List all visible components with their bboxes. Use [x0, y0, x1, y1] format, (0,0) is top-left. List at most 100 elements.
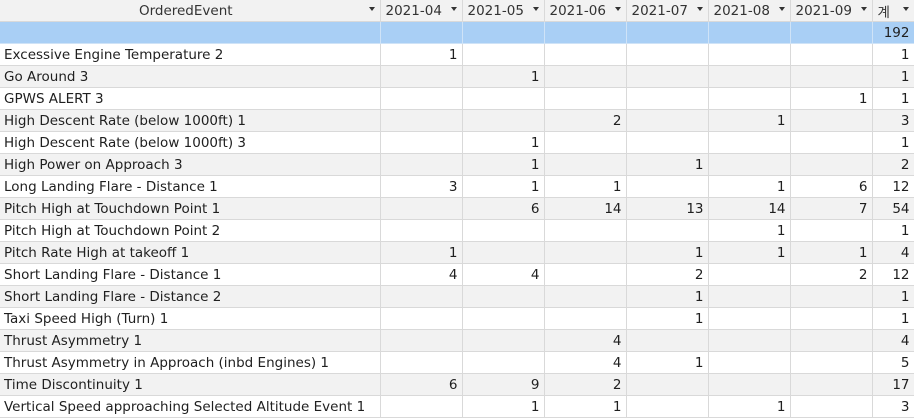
dropdown-arrow-icon[interactable] — [860, 7, 867, 11]
month-count-cell[interactable] — [790, 307, 873, 330]
row-total-cell[interactable]: 1 — [872, 131, 914, 154]
row-total-cell[interactable]: 1 — [872, 43, 914, 66]
month-count-cell[interactable]: 1 — [544, 395, 627, 418]
event-name-cell[interactable]: Pitch High at Touchdown Point 1 — [0, 197, 381, 220]
month-count-cell[interactable] — [462, 87, 545, 110]
month-count-cell[interactable] — [790, 351, 873, 374]
table-row[interactable]: High Power on Approach 3 1 1 2 — [0, 153, 914, 176]
month-count-cell[interactable] — [790, 43, 873, 66]
month-count-cell[interactable] — [462, 307, 545, 330]
month-count-cell[interactable] — [790, 131, 873, 154]
row-total-cell[interactable]: 54 — [872, 197, 914, 220]
month-count-cell[interactable]: 14 — [544, 197, 627, 220]
row-total-cell[interactable]: 17 — [872, 373, 914, 396]
month-count-cell[interactable] — [544, 241, 627, 264]
month-count-cell[interactable] — [544, 131, 627, 154]
month-count-cell[interactable] — [708, 351, 791, 374]
month-count-cell[interactable]: 1 — [380, 241, 463, 264]
month-count-cell[interactable] — [626, 175, 709, 198]
month-count-cell[interactable] — [380, 87, 463, 110]
month-count-cell[interactable] — [626, 219, 709, 242]
month-count-cell[interactable] — [790, 329, 873, 352]
month-count-cell[interactable] — [626, 43, 709, 66]
column-header-month[interactable]: 2021-08 — [708, 0, 791, 22]
row-total-cell[interactable]: 1 — [872, 285, 914, 308]
grand-total-cell[interactable] — [708, 21, 791, 44]
month-count-cell[interactable]: 1 — [462, 153, 545, 176]
table-row[interactable]: High Descent Rate (below 1000ft) 1 2 1 3 — [0, 109, 914, 132]
month-count-cell[interactable]: 7 — [790, 197, 873, 220]
dropdown-arrow-icon[interactable] — [614, 7, 621, 11]
month-count-cell[interactable]: 2 — [544, 373, 627, 396]
month-count-cell[interactable] — [544, 43, 627, 66]
month-count-cell[interactable] — [626, 131, 709, 154]
month-count-cell[interactable] — [380, 109, 463, 132]
event-name-cell[interactable]: High Descent Rate (below 1000ft) 1 — [0, 109, 381, 132]
month-count-cell[interactable] — [544, 263, 627, 286]
month-count-cell[interactable]: 1 — [544, 175, 627, 198]
grand-total-row[interactable]: 192 — [0, 21, 914, 44]
month-count-cell[interactable] — [544, 153, 627, 176]
month-count-cell[interactable] — [708, 131, 791, 154]
table-row[interactable]: Go Around 3 1 1 — [0, 65, 914, 88]
month-count-cell[interactable]: 1 — [708, 241, 791, 264]
month-count-cell[interactable] — [708, 263, 791, 286]
table-row[interactable]: Pitch Rate High at takeoff 111114 — [0, 241, 914, 264]
grand-total-cell[interactable] — [462, 21, 545, 44]
month-count-cell[interactable] — [790, 285, 873, 308]
month-count-cell[interactable]: 4 — [544, 329, 627, 352]
month-count-cell[interactable] — [380, 307, 463, 330]
grand-total-cell[interactable] — [626, 21, 709, 44]
month-count-cell[interactable]: 14 — [708, 197, 791, 220]
month-count-cell[interactable]: 1 — [626, 241, 709, 264]
month-count-cell[interactable] — [708, 87, 791, 110]
dropdown-arrow-icon[interactable] — [368, 7, 375, 11]
row-total-cell[interactable]: 5 — [872, 351, 914, 374]
month-count-cell[interactable]: 4 — [380, 263, 463, 286]
month-count-cell[interactable] — [626, 329, 709, 352]
event-name-cell[interactable]: Thrust Asymmetry 1 — [0, 329, 381, 352]
month-count-cell[interactable] — [380, 219, 463, 242]
row-total-cell[interactable]: 1 — [872, 87, 914, 110]
month-count-cell[interactable]: 4 — [544, 351, 627, 374]
dropdown-arrow-icon[interactable] — [450, 7, 457, 11]
month-count-cell[interactable] — [708, 285, 791, 308]
month-count-cell[interactable]: 1 — [626, 351, 709, 374]
event-name-cell[interactable]: Vertical Speed approaching Selected Alti… — [0, 395, 381, 418]
month-count-cell[interactable] — [380, 395, 463, 418]
table-row[interactable]: High Descent Rate (below 1000ft) 3 1 1 — [0, 131, 914, 154]
month-count-cell[interactable]: 1 — [462, 175, 545, 198]
month-count-cell[interactable]: 6 — [462, 197, 545, 220]
month-count-cell[interactable]: 2 — [544, 109, 627, 132]
month-count-cell[interactable] — [462, 219, 545, 242]
table-row[interactable]: Long Landing Flare - Distance 1 3 1 1 1 6 12 — [0, 175, 914, 198]
month-count-cell[interactable] — [626, 87, 709, 110]
grand-total-cell[interactable] — [380, 21, 463, 44]
month-count-cell[interactable] — [790, 65, 873, 88]
table-row[interactable]: GPWS ALERT 3 11 — [0, 87, 914, 110]
event-name-cell[interactable]: Pitch Rate High at takeoff 1 — [0, 241, 381, 264]
month-count-cell[interactable] — [462, 43, 545, 66]
column-header-month[interactable]: 2021-07 — [626, 0, 709, 22]
month-count-cell[interactable] — [708, 373, 791, 396]
event-name-cell[interactable]: Pitch High at Touchdown Point 2 — [0, 219, 381, 242]
column-header-month[interactable]: 2021-06 — [544, 0, 627, 22]
row-total-cell[interactable]: 3 — [872, 109, 914, 132]
event-name-cell[interactable]: Long Landing Flare - Distance 1 — [0, 175, 381, 198]
month-count-cell[interactable]: 1 — [380, 43, 463, 66]
event-name-cell[interactable]: Time Discontinuity 1 — [0, 373, 381, 396]
row-total-cell[interactable]: 12 — [872, 175, 914, 198]
grand-total-cell[interactable] — [544, 21, 627, 44]
month-count-cell[interactable]: 1 — [790, 87, 873, 110]
row-total-cell[interactable]: 4 — [872, 241, 914, 264]
month-count-cell[interactable] — [790, 109, 873, 132]
month-count-cell[interactable] — [790, 153, 873, 176]
month-count-cell[interactable] — [708, 43, 791, 66]
month-count-cell[interactable] — [790, 373, 873, 396]
column-header-month[interactable]: 2021-09 — [790, 0, 873, 22]
month-count-cell[interactable] — [380, 153, 463, 176]
month-count-cell[interactable] — [708, 329, 791, 352]
month-count-cell[interactable]: 6 — [790, 175, 873, 198]
month-count-cell[interactable] — [380, 197, 463, 220]
grand-total-value[interactable]: 192 — [872, 21, 914, 44]
